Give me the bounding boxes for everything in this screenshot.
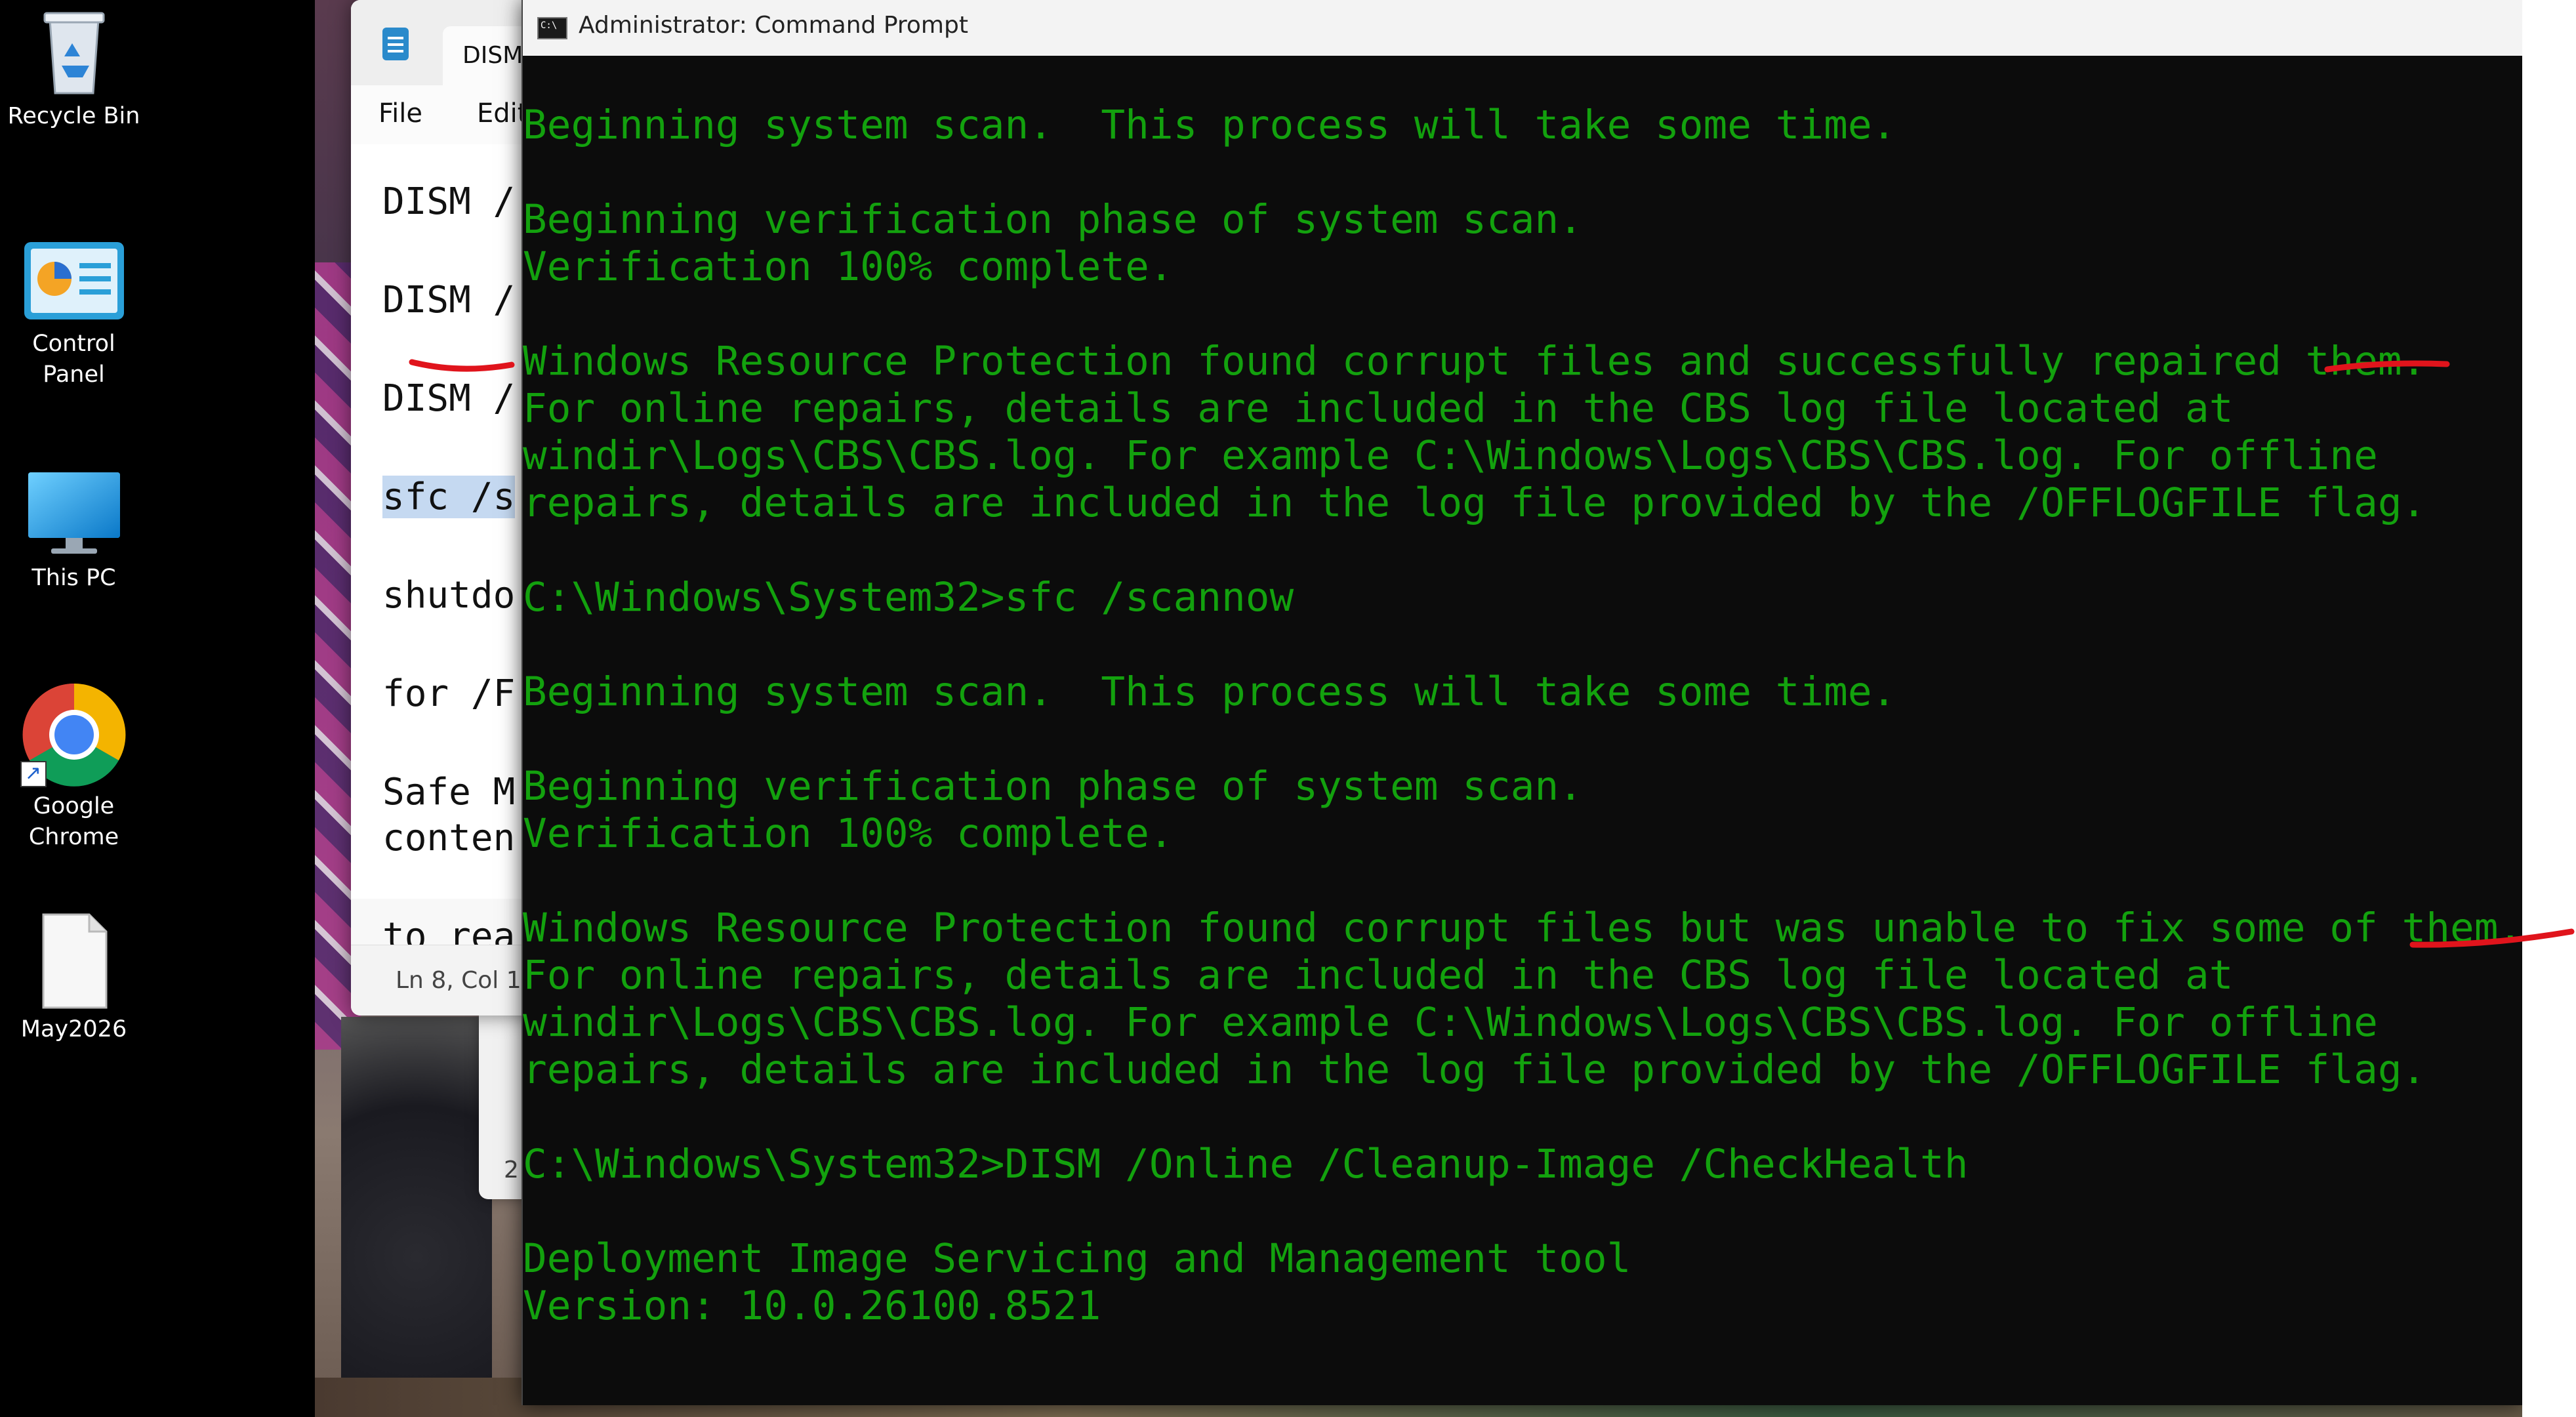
cmd-console-output[interactable]: Beginning system scan. This process will… <box>523 56 2524 1405</box>
menu-edit[interactable]: Edit <box>477 98 527 129</box>
cmd-output-line: Beginning verification phase of system s… <box>523 196 1583 243</box>
desktop-icon-label: Google Chrome <box>28 793 119 850</box>
cmd-output-line: For online repairs, details are included… <box>523 952 2234 998</box>
cmd-output-line: windir\Logs\CBS\CBS.log. For example C:\… <box>523 999 2378 1046</box>
desktop-icon-label: May2026 <box>20 1016 127 1042</box>
notepad-line: DISM / <box>382 180 516 223</box>
menu-file[interactable]: File <box>378 98 422 129</box>
text-file-icon <box>38 912 110 1010</box>
desktop-icon-may2026[interactable]: May2026 <box>0 912 148 1045</box>
notepad-line-selected: sfc /s <box>382 476 516 518</box>
desktop-icon-this-pc[interactable]: This PC <box>0 467 148 594</box>
desktop-icon-label: Control Panel <box>32 331 115 388</box>
cmd-window-title: Administrator: Command Prompt <box>579 12 968 39</box>
notepad-line: for /F <box>382 672 516 715</box>
cmd-output-line: Verification 100% complete. <box>523 243 1174 290</box>
wallpaper-shoe <box>341 1017 492 1417</box>
cmd-output-line: Beginning system scan. This process will… <box>523 668 1896 715</box>
cmd-output-line: Deployment Image Servicing and Managemen… <box>523 1235 1631 1282</box>
cmd-output-line: For online repairs, details are included… <box>523 385 2234 432</box>
cmd-output-line: C:\Windows\System32>sfc /scannow <box>523 574 1294 621</box>
desktop-icon-column: Recycle Bin Control Panel This PC ↗ Goog… <box>0 0 315 1417</box>
cmd-output-line: repairs, details are included in the log… <box>523 480 2426 526</box>
desktop-icon-recycle-bin[interactable]: Recycle Bin <box>0 5 148 132</box>
desktop-icon-control-panel[interactable]: Control Panel <box>0 239 148 390</box>
cmd-output-line: windir\Logs\CBS\CBS.log. For example C:\… <box>523 432 2378 479</box>
cmd-output-line: Windows Resource Protection found corrup… <box>523 905 2523 951</box>
cmd-output-line: Version: 10.0.26100.8521 <box>523 1283 1101 1329</box>
control-panel-icon <box>22 239 127 325</box>
red-underline-annotation <box>2409 928 2575 948</box>
cmd-output-line: Beginning verification phase of system s… <box>523 763 1583 810</box>
cmd-output-line: Beginning system scan. This process will… <box>523 102 1896 148</box>
notepad-line: DISM /( <box>382 279 538 321</box>
cmd-output-line: repairs, details are included in the log… <box>523 1046 2426 1093</box>
notepad-status-text: 2 <box>504 1157 519 1183</box>
red-underline-annotation <box>409 359 515 372</box>
cmd-icon <box>537 17 567 39</box>
chrome-icon: ↗ <box>20 682 127 787</box>
command-prompt-window[interactable]: Administrator: Command Prompt Beginning … <box>521 0 2524 1405</box>
notepad-line: DISM / <box>382 377 516 420</box>
cmd-output-line: Windows Resource Protection found corrup… <box>523 338 2426 384</box>
cmd-output-line: C:\Windows\System32>DISM /Online /Cleanu… <box>523 1141 1969 1187</box>
right-edge-background <box>2522 0 2576 1417</box>
shortcut-arrow-icon: ↗ <box>20 761 47 787</box>
red-underline-annotation <box>2324 360 2450 373</box>
recycle-bin-icon <box>38 5 110 97</box>
desktop-icon-label: This PC <box>31 565 116 591</box>
notepad-line: shutdo <box>382 574 516 617</box>
this-pc-icon <box>25 467 123 559</box>
cmd-output-line: Verification 100% complete. <box>523 810 1174 857</box>
notepad-icon <box>382 28 409 60</box>
desktop-icon-label: Recycle Bin <box>7 103 140 129</box>
notepad-line: conten <box>382 817 516 859</box>
selected-text: sfc /s <box>382 476 516 518</box>
notepad-line: Safe M <box>382 771 516 813</box>
desktop-icon-google-chrome[interactable]: ↗ Google Chrome <box>0 682 148 853</box>
cmd-title-bar[interactable]: Administrator: Command Prompt <box>523 0 2524 56</box>
